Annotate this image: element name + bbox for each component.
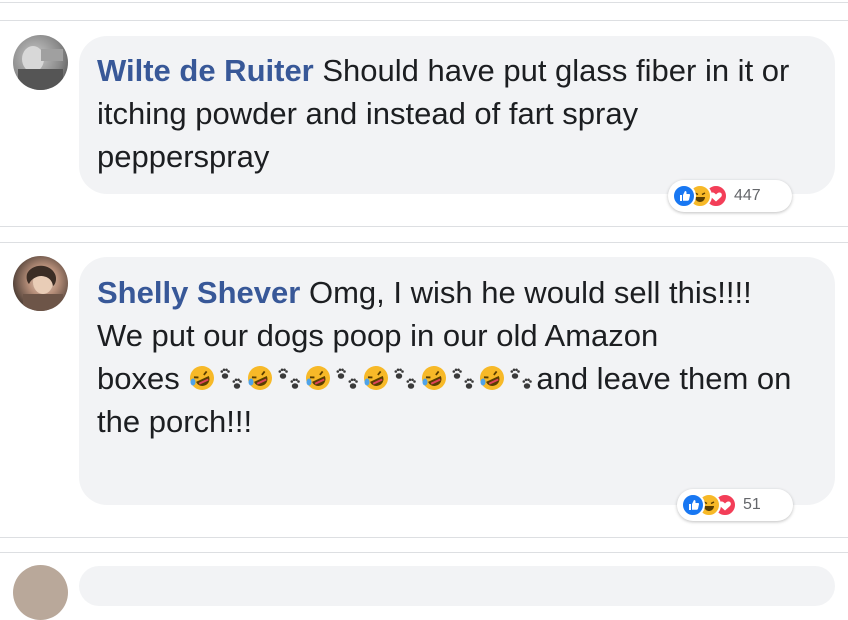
divider — [0, 242, 848, 243]
avatar[interactable] — [13, 565, 68, 620]
like-reaction-icon — [681, 493, 705, 517]
divider — [0, 552, 848, 553]
comment-line: We put our dogs poop in our old Amazon — [97, 318, 659, 353]
comment-author[interactable]: Shelly Shever — [97, 275, 300, 310]
comment-bubble — [79, 566, 835, 606]
top-divider — [0, 2, 848, 3]
comment-author[interactable]: Wilte de Ruiter — [97, 53, 314, 88]
rofl-emoji-icon — [306, 365, 331, 390]
divider — [0, 537, 848, 538]
avatar-photo-icon — [18, 46, 63, 90]
paw-prints-emoji-icon — [220, 368, 243, 389]
divider — [0, 226, 848, 227]
rofl-emoji-icon — [190, 365, 215, 390]
paw-prints-emoji-icon — [452, 368, 475, 389]
reaction-summary[interactable]: 447 — [668, 180, 792, 212]
comment-line: Shelly Shever Omg, I wish he would sell … — [97, 271, 817, 314]
comment-text: Omg, I wish he would sell this!!!! — [300, 275, 752, 310]
reaction-summary[interactable]: 51 — [677, 489, 793, 521]
paw-prints-emoji-icon — [336, 368, 359, 389]
reaction-count: 447 — [734, 187, 761, 204]
divider — [0, 20, 848, 21]
rofl-emoji-icon — [364, 365, 389, 390]
reaction-count: 51 — [743, 496, 761, 513]
comment-bubble: Shelly Shever Omg, I wish he would sell … — [79, 257, 835, 505]
emoji-sequence — [188, 361, 536, 396]
rofl-emoji-icon — [480, 365, 505, 390]
paw-prints-emoji-icon — [510, 368, 533, 389]
like-reaction-icon — [672, 184, 696, 208]
rofl-emoji-icon — [422, 365, 447, 390]
paw-prints-emoji-icon — [278, 368, 301, 389]
avatar[interactable] — [13, 35, 68, 90]
avatar-photo-icon — [23, 265, 63, 311]
comment-text: boxes — [97, 361, 189, 396]
rofl-emoji-icon — [248, 365, 273, 390]
avatar[interactable] — [13, 256, 68, 311]
comment-line: boxes and leave them on the porch!!! — [97, 357, 817, 443]
comment-bubble: Wilte de Ruiter Should have put glass fi… — [79, 36, 835, 194]
paw-prints-emoji-icon — [394, 368, 417, 389]
